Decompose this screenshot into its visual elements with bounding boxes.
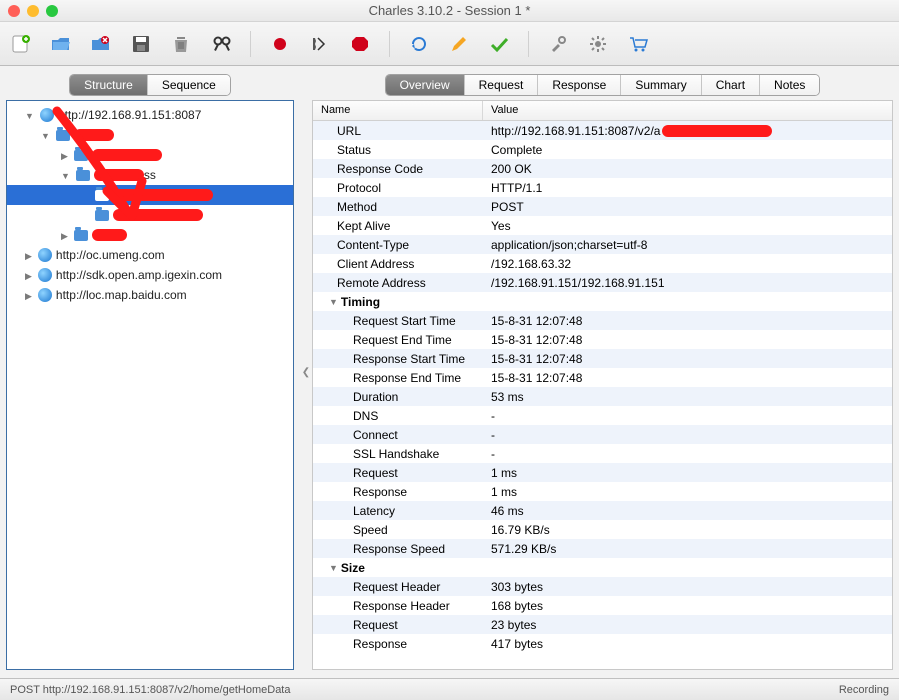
record-icon[interactable] <box>269 33 291 55</box>
window-close-button[interactable] <box>8 5 20 17</box>
tab-notes[interactable]: Notes <box>760 75 819 95</box>
detail-row: Remote Address/192.168.91.151/192.168.91… <box>313 273 892 292</box>
open-session-icon[interactable] <box>50 33 72 55</box>
detail-row: Kept AliveYes <box>313 216 892 235</box>
tab-summary[interactable]: Summary <box>621 75 701 95</box>
folder-icon <box>95 210 109 221</box>
tab-overview[interactable]: Overview <box>386 75 465 95</box>
detail-row: Client Address/192.168.63.32 <box>313 254 892 273</box>
repeat-icon[interactable] <box>408 33 430 55</box>
redacted-label <box>113 209 203 221</box>
detail-row: Response Code200 OK <box>313 159 892 178</box>
tree-node-folder[interactable] <box>7 145 293 165</box>
tab-sequence[interactable]: Sequence <box>148 75 230 95</box>
find-icon[interactable] <box>210 33 232 55</box>
detail-row: Latency46 ms <box>313 501 892 520</box>
tree-node-host[interactable]: http://oc.umeng.com <box>7 245 293 265</box>
detail-row: Content-Typeapplication/json;charset=utf… <box>313 235 892 254</box>
redacted-label <box>113 189 213 201</box>
tree-node-item[interactable] <box>7 205 293 225</box>
tools-icon[interactable] <box>547 33 569 55</box>
tab-request[interactable]: Request <box>465 75 539 95</box>
redacted-url <box>662 125 772 137</box>
detail-row: ProtocolHTTP/1.1 <box>313 178 892 197</box>
tree-node-host[interactable]: http://loc.map.baidu.com <box>7 285 293 305</box>
tree-node-folder[interactable]: ss <box>7 165 293 185</box>
detail-rows[interactable]: URLhttp://192.168.91.151:8087/v2/a Statu… <box>313 121 892 669</box>
detail-row: Request Header303 bytes <box>313 577 892 596</box>
tree-node-host[interactable]: http://192.168.91.151:8087 <box>7 105 293 125</box>
right-pane: Overview Request Response Summary Chart … <box>312 66 899 678</box>
status-left: POST http://192.168.91.151:8087/v2/home/… <box>10 684 290 696</box>
detail-row: StatusComplete <box>313 140 892 159</box>
detail-row: MethodPOST <box>313 197 892 216</box>
pane-splitter[interactable]: ❮ <box>300 66 312 678</box>
close-session-icon[interactable] <box>90 33 112 55</box>
detail-row: Response Start Time15-8-31 12:07:48 <box>313 349 892 368</box>
redacted-label <box>94 169 144 181</box>
detail-row: Response Header168 bytes <box>313 596 892 615</box>
throttle-icon[interactable] <box>309 33 331 55</box>
detail-row: Response1 ms <box>313 482 892 501</box>
save-icon[interactable] <box>130 33 152 55</box>
window-zoom-button[interactable] <box>46 5 58 17</box>
globe-icon <box>40 108 54 122</box>
detail-row: Duration53 ms <box>313 387 892 406</box>
toolbar <box>0 22 899 66</box>
detail-row: Request Start Time15-8-31 12:07:48 <box>313 311 892 330</box>
titlebar: Charles 3.10.2 - Session 1 * <box>0 0 899 22</box>
tree-node-folder[interactable] <box>7 125 293 145</box>
detail-header: Name Value <box>313 101 892 121</box>
tab-structure[interactable]: Structure <box>70 75 148 95</box>
tab-response[interactable]: Response <box>538 75 621 95</box>
settings-icon[interactable] <box>587 33 609 55</box>
globe-icon <box>38 268 52 282</box>
folder-icon <box>74 150 88 161</box>
status-bar: POST http://192.168.91.151:8087/v2/home/… <box>0 678 899 700</box>
detail-row: Connect- <box>313 425 892 444</box>
delete-icon[interactable] <box>170 33 192 55</box>
window-title: Charles 3.10.2 - Session 1 * <box>0 3 899 18</box>
host-tree[interactable]: http://192.168.91.151:8087 ss <box>6 100 294 670</box>
detail-row: Speed16.79 KB/s <box>313 520 892 539</box>
stop-icon[interactable] <box>349 33 371 55</box>
redacted-label <box>92 149 162 161</box>
detail-row: DNS- <box>313 406 892 425</box>
status-right: Recording <box>839 684 889 696</box>
tree-node-folder[interactable] <box>7 225 293 245</box>
detail-row: Request End Time15-8-31 12:07:48 <box>313 330 892 349</box>
folder-icon <box>56 130 70 141</box>
detail-row: Response Speed571.29 KB/s <box>313 539 892 558</box>
detail-row: Request1 ms <box>313 463 892 482</box>
detail-row: SSL Handshake- <box>313 444 892 463</box>
purchase-icon[interactable] <box>627 33 649 55</box>
detail-row: URLhttp://192.168.91.151:8087/v2/a <box>313 121 892 140</box>
tree-node-host[interactable]: http://sdk.open.amp.igexin.com <box>7 265 293 285</box>
folder-icon <box>76 170 90 181</box>
new-session-icon[interactable] <box>10 33 32 55</box>
globe-icon <box>38 288 52 302</box>
globe-icon <box>38 248 52 262</box>
col-name[interactable]: Name <box>313 101 483 120</box>
left-pane: Structure Sequence http://192.168.91.151… <box>0 66 300 678</box>
window-minimize-button[interactable] <box>27 5 39 17</box>
folder-icon <box>95 190 109 201</box>
col-value[interactable]: Value <box>483 101 892 120</box>
detail-group-size: ▼Size <box>313 558 892 577</box>
detail-table: Name Value URLhttp://192.168.91.151:8087… <box>312 100 893 670</box>
validate-icon[interactable] <box>488 33 510 55</box>
tree-node-selected[interactable] <box>7 185 293 205</box>
redacted-label <box>92 229 127 241</box>
detail-row: Request23 bytes <box>313 615 892 634</box>
detail-row: Response End Time15-8-31 12:07:48 <box>313 368 892 387</box>
detail-row: Response417 bytes <box>313 634 892 653</box>
edit-icon[interactable] <box>448 33 470 55</box>
tab-chart[interactable]: Chart <box>702 75 760 95</box>
detail-group-timing: ▼Timing <box>313 292 892 311</box>
folder-icon <box>74 230 88 241</box>
redacted-label <box>74 129 114 141</box>
